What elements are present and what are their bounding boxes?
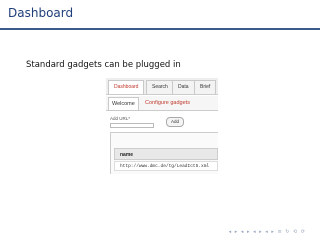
slide-text: Standard gadgets can be plugged in (26, 60, 181, 70)
navigation-symbols[interactable]: ◂ ▸ ◂ ▸ ◂ ▸ ◂ ▸ ≡ ↻ ⟲ ⟳ (229, 229, 306, 235)
title-rule (0, 28, 320, 30)
add-button[interactable]: Add (166, 117, 184, 127)
subtab-configure-gadgets[interactable]: Configure gadgets (142, 97, 193, 109)
embedded-screenshot: Dashboard Search Data Brief Welcome Conf… (106, 78, 218, 174)
tab-data[interactable]: Data (172, 80, 195, 94)
sub-tab-bar: Welcome Configure gadgets (106, 96, 218, 111)
tab-dashboard[interactable]: Dashboard (108, 80, 145, 94)
add-url-label: Add URL* (110, 116, 131, 121)
tab-brief[interactable]: Brief (194, 80, 217, 94)
frame-title: Dashboard (8, 6, 74, 20)
url-input[interactable] (110, 123, 154, 128)
table-header-name: name (114, 148, 218, 160)
subtab-welcome[interactable]: Welcome (108, 97, 139, 111)
table-row[interactable]: http://www.dmc.de/tg/LeadIct5.xml (114, 161, 218, 171)
top-tab-bar: Dashboard Search Data Brief (106, 78, 218, 95)
tab-search[interactable]: Search (146, 80, 174, 94)
